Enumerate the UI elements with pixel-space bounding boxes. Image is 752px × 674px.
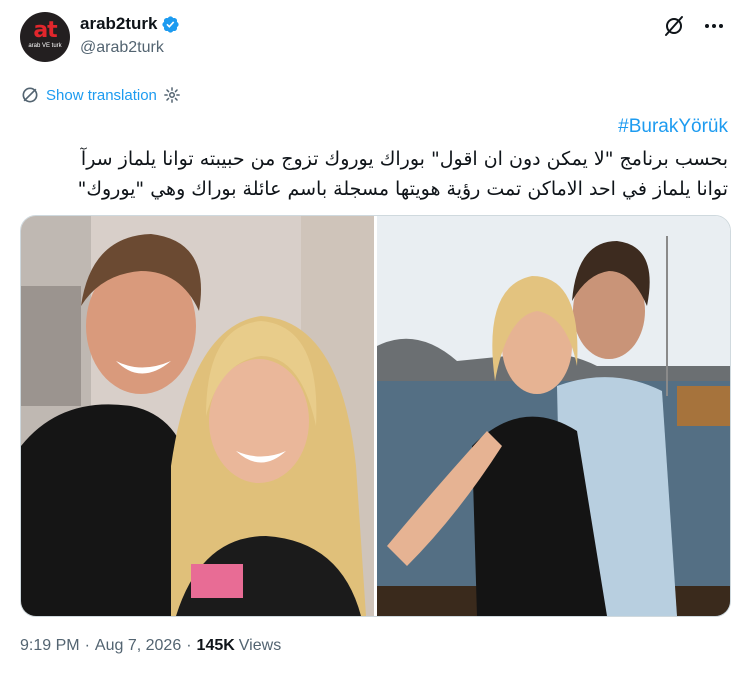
separator-dot: ·	[84, 637, 90, 654]
tweet-date[interactable]: Aug 7, 2026	[95, 637, 181, 655]
tweet-time[interactable]: 9:19 PM	[20, 637, 80, 655]
avatar[interactable]: at arab VE turk	[20, 12, 70, 62]
views-label: Views	[238, 637, 282, 654]
tweet-header: at arab VE turk arab2turk @arab2turk	[20, 12, 732, 64]
gear-icon[interactable]	[163, 86, 181, 104]
avatar-logo-text: at	[33, 18, 57, 43]
media-grid	[20, 215, 731, 617]
translate-row: Show translation	[20, 85, 181, 105]
photo-couple-on-boat[interactable]	[377, 216, 730, 616]
tweet-text: بحسب برنامج "لا يمكن دون ان اقول" بوراك …	[28, 144, 728, 204]
display-name[interactable]: arab2turk	[80, 14, 157, 34]
show-translation-link[interactable]: Show translation	[46, 87, 157, 104]
verified-badge-icon	[162, 15, 180, 33]
name-row: arab2turk	[80, 14, 180, 34]
handle[interactable]: @arab2turk	[80, 39, 164, 57]
tweet-text-line-2: توانا يلماز في احد الاماكن تمت رؤية هويت…	[77, 178, 728, 200]
more-icon[interactable]	[702, 14, 726, 38]
photo-couple-selfie[interactable]	[21, 216, 374, 616]
globe-icon	[22, 87, 38, 103]
hashtag-link[interactable]: #BurakYörük	[618, 116, 728, 138]
avatar-logo-subtext: arab VE turk	[28, 43, 62, 49]
separator-dot: ·	[186, 637, 192, 654]
tweet-meta: 9:19 PM · Aug 7, 2026 · 145K Views	[20, 637, 281, 655]
grok-icon[interactable]	[662, 14, 686, 38]
views-count: 145K	[196, 637, 235, 654]
tweet-text-line-1: بحسب برنامج "لا يمكن دون ان اقول" بوراك …	[80, 148, 728, 170]
